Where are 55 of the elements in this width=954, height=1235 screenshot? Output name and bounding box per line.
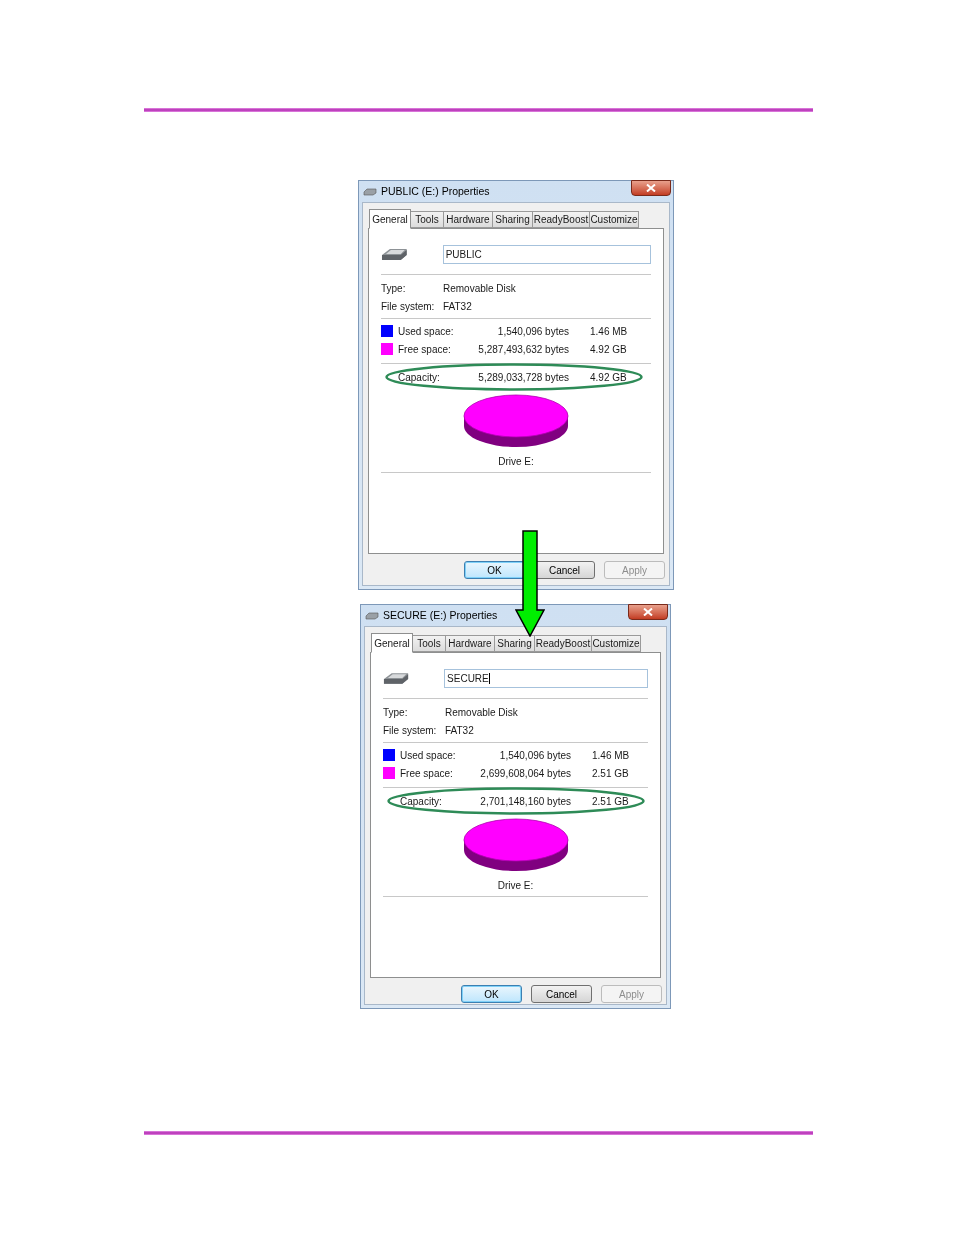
space-label: Capacity: [398,370,441,385]
property-label: File system: [383,723,438,738]
dialog-button[interactable]: Cancel [531,985,592,1003]
property-value: FAT32 [443,299,472,314]
tab[interactable]: Hardware [445,635,495,652]
space-label: Used space: [400,748,457,763]
tab[interactable]: Hardware [443,211,493,228]
space-label: Used space: [398,324,455,339]
close-icon [643,608,653,616]
size-value: 2.51 GB [592,766,629,781]
drive-icon [363,187,377,196]
dialog-button[interactable]: OK [461,985,522,1003]
name-field[interactable]: PUBLIC [442,244,651,264]
property-label: Type: [383,705,409,720]
property-value: Removable Disk [443,281,516,296]
tab[interactable]: Customize [591,635,641,652]
space-label: Free space: [398,342,452,357]
byte-count: 2,699,608,064 bytes [479,766,571,781]
close-button[interactable] [631,180,671,196]
tab[interactable]: ReadyBoost [534,635,592,652]
tab[interactable]: Customize [589,211,639,228]
property-label: Type: [381,281,407,296]
name-field[interactable]: SECURE [444,668,648,688]
byte-count: 5,287,493,632 bytes [477,342,569,357]
byte-count: 5,289,033,728 bytes [477,370,569,385]
window-title: SECURE (E:) Properties [383,607,498,623]
size-value: 2.51 GB [592,794,629,809]
tab[interactable]: Tools [412,635,446,652]
drive-label: Drive E: [497,879,534,893]
size-value: 1.46 MB [590,324,628,339]
usb-drive-icon [383,671,410,685]
close-button[interactable] [628,604,668,620]
window-title: PUBLIC (E:) Properties [381,183,490,199]
usb-drive-icon [381,247,408,261]
size-value: 4.92 GB [590,342,627,357]
byte-count: 2,701,148,160 bytes [479,794,571,809]
byte-count: 1,540,096 bytes [496,324,569,339]
drive-icon [365,611,379,620]
space-label: Capacity: [400,794,443,809]
size-value: 1.46 MB [592,748,630,763]
byte-count: 1,540,096 bytes [498,748,571,763]
tab[interactable]: General [371,633,413,653]
property-value: FAT32 [445,723,474,738]
property-label: File system: [381,299,436,314]
tab[interactable]: Sharing [494,635,535,652]
tab[interactable]: ReadyBoost [532,211,590,228]
property-value: Removable Disk [445,705,518,720]
tab[interactable]: Sharing [492,211,533,228]
drive-label: Drive E: [498,455,534,469]
dialog-button[interactable]: OK [464,561,525,579]
space-label: Free space: [400,766,454,781]
tab[interactable]: General [369,209,411,229]
tab[interactable]: Tools [410,211,444,228]
size-value: 4.92 GB [590,370,627,385]
close-icon [646,184,656,192]
